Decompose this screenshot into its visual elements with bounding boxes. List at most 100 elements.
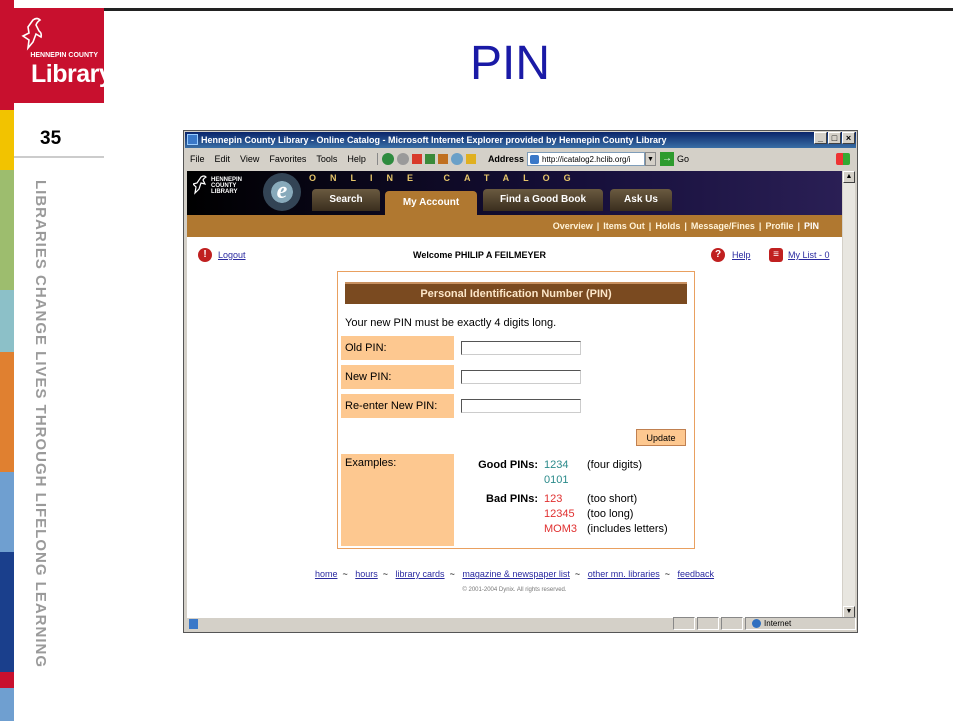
subnav-items-out[interactable]: Items Out — [603, 221, 645, 231]
subnav-message-fines[interactable]: Message/Fines — [691, 221, 755, 231]
bad-pin-note: (includes letters) — [587, 523, 668, 535]
tab-find-a-good-book[interactable]: Find a Good Book — [483, 189, 603, 211]
ie-icon — [187, 134, 198, 145]
subnav-overview[interactable]: Overview — [553, 221, 593, 231]
welcome-row: ! Logout Welcome PHILIP A FEILMEYER ? He… — [187, 247, 842, 265]
address-bar[interactable]: http://icatalog2.hclib.org/i — [526, 152, 645, 166]
footer-separator: ~ — [382, 569, 389, 579]
subnav-separator: | — [797, 221, 800, 231]
window-titlebar[interactable]: Hennepin County Library - Online Catalog… — [185, 132, 856, 148]
footer-separator: ~ — [574, 569, 581, 579]
status-cell — [673, 617, 696, 630]
windows-logo-icon — [836, 153, 850, 165]
slide-title: PIN — [470, 37, 551, 90]
search-icon[interactable] — [450, 153, 463, 165]
home-icon[interactable] — [437, 154, 448, 164]
back-icon[interactable] — [381, 153, 394, 165]
old-pin-label: Old PIN: — [341, 336, 454, 360]
refresh-icon[interactable] — [424, 154, 435, 164]
slide-number: 35 — [40, 128, 62, 149]
vertical-scrollbar[interactable]: ▲ ▼ — [843, 171, 855, 618]
footer-link-other-libraries[interactable]: other mn. libraries — [588, 569, 660, 579]
forward-icon[interactable] — [396, 153, 409, 165]
rail-segment — [0, 110, 14, 170]
close-button[interactable]: × — [842, 132, 855, 144]
footer-link-magazine-list[interactable]: magazine & newspaper list — [462, 569, 570, 579]
old-pin-input[interactable] — [461, 341, 581, 355]
good-pin-note: (four digits) — [587, 459, 643, 471]
divider — [14, 156, 104, 158]
bad-pin-note: (too short) — [587, 493, 638, 505]
footer-link-hours[interactable]: hours — [355, 569, 378, 579]
good-pin-example: 1234 — [544, 459, 569, 471]
footer-link-home[interactable]: home — [315, 569, 338, 579]
bad-pin-example: 12345 — [544, 508, 575, 520]
subnav-separator: | — [758, 221, 762, 231]
zone-label: Internet — [764, 619, 792, 628]
bad-pin-note: (too long) — [587, 508, 634, 520]
good-pins-label: Good PINs: — [478, 459, 538, 471]
reenter-pin-input[interactable] — [461, 399, 581, 413]
status-bar: Internet — [185, 616, 857, 631]
maximize-button[interactable]: □ — [828, 132, 841, 144]
online-catalog-heading: ONLINE CATALOG — [309, 173, 585, 183]
window-controls: _ □ × — [814, 132, 855, 144]
my-list-link[interactable]: My List - 0 — [788, 250, 830, 260]
reenter-pin-label: Re-enter New PIN: — [341, 394, 454, 418]
rail-segment — [0, 688, 14, 721]
footer-link-feedback[interactable]: feedback — [678, 569, 715, 579]
menu-tools[interactable]: Tools — [311, 154, 342, 164]
footer-separator: ~ — [342, 569, 348, 579]
tab-search[interactable]: Search — [312, 189, 380, 211]
logo-word: Library — [31, 60, 113, 88]
tab-my-account[interactable]: My Account — [385, 191, 477, 215]
menu-file[interactable]: File — [185, 154, 210, 164]
subnav-separator: | — [648, 221, 652, 231]
footer-separator: ~ — [449, 569, 455, 579]
menu-favorites[interactable]: Favorites — [264, 154, 311, 164]
status-cell — [697, 617, 720, 630]
window-title: Hennepin County Library - Online Catalog… — [201, 135, 667, 145]
menu-edit[interactable]: Edit — [210, 154, 236, 164]
pin-form-heading: Personal Identification Number (PIN) — [345, 282, 687, 304]
scroll-up-arrow-icon[interactable]: ▲ — [843, 171, 855, 183]
bad-pin-example: MOM3 — [544, 523, 577, 535]
copyright: © 2001-2004 Dynix. All rights reserved. — [462, 587, 567, 593]
update-button[interactable]: Update — [636, 429, 686, 446]
account-subnav: Overview | Items Out | Holds | Message/Fine… — [187, 215, 842, 237]
menu-help[interactable]: Help — [342, 154, 371, 164]
dancer-figure-icon — [21, 17, 43, 51]
globe-icon — [752, 619, 762, 628]
stop-icon[interactable] — [411, 154, 422, 164]
subnav-holds[interactable]: Holds — [655, 221, 680, 231]
pin-form: Personal Identification Number (PIN) You… — [337, 271, 695, 549]
footer-link-library-cards[interactable]: library cards — [396, 569, 445, 579]
page-icon — [529, 155, 539, 164]
subnav-profile[interactable]: Profile — [765, 221, 793, 231]
minimize-button[interactable]: _ — [814, 132, 827, 144]
help-icon[interactable]: ? — [711, 248, 725, 262]
toolbar-buttons — [376, 153, 476, 165]
subnav-pin[interactable]: PIN — [804, 221, 819, 231]
bad-pins-label: Bad PINs: — [486, 493, 538, 505]
address-dropdown[interactable]: ▼ — [644, 152, 656, 166]
site-header: HENNEPIN COUNTY LIBRARY e ONLINE CATALOG… — [187, 171, 842, 215]
site-logo-line: LIBRARY — [211, 189, 238, 195]
menu-view[interactable]: View — [235, 154, 264, 164]
tab-ask-us[interactable]: Ask Us — [610, 189, 672, 211]
my-list-icon[interactable]: ≡ — [769, 248, 783, 262]
color-rail — [0, 0, 14, 721]
new-pin-label: New PIN: — [341, 365, 454, 389]
go-button[interactable]: Go — [677, 154, 689, 164]
favorites-icon[interactable] — [465, 154, 476, 164]
go-arrow-icon[interactable]: → — [659, 152, 674, 166]
examples-label: Examples: — [341, 454, 454, 546]
address-label: Address — [487, 154, 524, 164]
site-logo[interactable]: HENNEPIN COUNTY LIBRARY — [193, 175, 242, 195]
menu-toolbar: File Edit View Favorites Tools Help Addr… — [185, 148, 856, 170]
rail-segment — [0, 290, 14, 352]
new-pin-input[interactable] — [461, 370, 581, 384]
help-link[interactable]: Help — [732, 250, 751, 260]
rail-segment — [0, 472, 14, 552]
status-cell — [721, 617, 744, 630]
